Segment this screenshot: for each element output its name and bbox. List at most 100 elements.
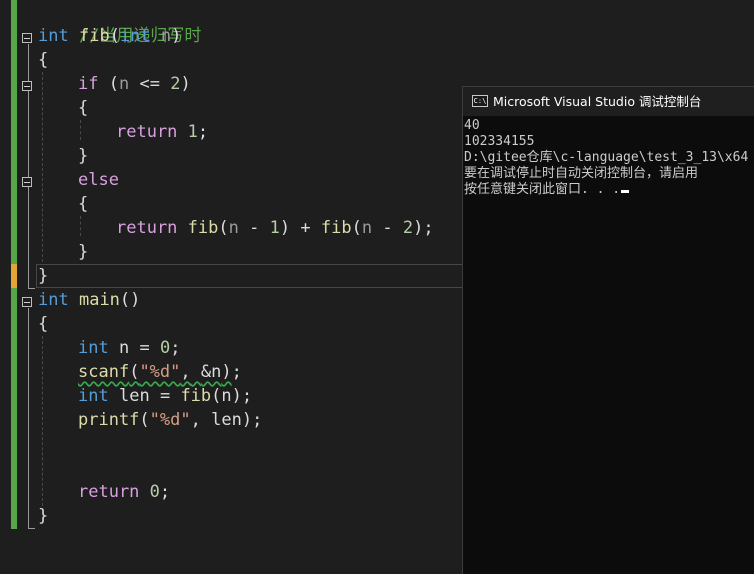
paren-open: ( — [351, 218, 362, 238]
current-line-highlight — [36, 264, 466, 288]
code-line-brace-close[interactable]: } — [78, 144, 88, 168]
operator-plus: + — [300, 218, 311, 238]
fold-toggle-if[interactable] — [22, 81, 32, 91]
keyword-int: int — [78, 338, 109, 358]
code-line-comment[interactable]: //当用递归写时 — [38, 0, 201, 46]
keyword-int: int — [38, 26, 69, 46]
argument-address-n: &n — [200, 362, 222, 382]
code-line-brace-close[interactable]: } — [78, 240, 88, 264]
brace-open: { — [78, 98, 89, 118]
paren-close: ) — [241, 410, 253, 430]
number-0: 0 — [159, 338, 171, 358]
paren-close: ) — [171, 26, 182, 46]
fold-toggle-fib[interactable] — [22, 33, 32, 43]
semicolon: ; — [241, 386, 253, 406]
code-line-brace-open[interactable]: { — [78, 192, 88, 216]
console-output-line: 要在调试停止时自动关闭控制台，请启用 — [464, 166, 699, 181]
code-line-len[interactable]: int len = fib(n); — [78, 384, 252, 408]
console-output-line: 102334155 — [464, 134, 535, 149]
code-line-main-signature[interactable]: int main() — [38, 288, 140, 312]
warning-squiggle[interactable]: scanf("%d", &n) — [78, 362, 232, 382]
param-n: n — [361, 218, 373, 238]
code-line-scanf[interactable]: scanf("%d", &n); — [78, 360, 242, 384]
paren-open: ( — [129, 362, 140, 382]
comma: , — [180, 362, 191, 382]
semicolon: ; — [170, 338, 181, 358]
number-2: 2 — [170, 74, 181, 94]
param-n: n — [160, 26, 172, 46]
change-bar-saved — [11, 288, 17, 529]
console-cursor — [621, 190, 630, 193]
keyword-return: return — [116, 122, 178, 142]
number-1: 1 — [187, 122, 198, 142]
console-title-bar[interactable]: C:\ Microsoft Visual Studio 调试控制台 — [463, 87, 754, 116]
code-line-brace-open[interactable]: { — [38, 48, 48, 72]
function-call-printf: printf — [78, 410, 140, 430]
keyword-int: int — [38, 290, 69, 310]
paren-open: ( — [139, 410, 150, 430]
semicolon: ; — [159, 482, 171, 502]
operator-assign: = — [159, 386, 171, 406]
operator-assign: = — [139, 338, 150, 358]
code-line-brace-open[interactable]: { — [38, 312, 48, 336]
code-line-if[interactable]: if (n <= 2) — [78, 72, 191, 96]
function-call-fib: fib — [320, 218, 352, 238]
console-prompt-text: 按任意键关闭此窗口. . . — [464, 182, 621, 197]
operator-le: <= — [139, 74, 160, 94]
debug-console-window[interactable]: C:\ Microsoft Visual Studio 调试控制台 40 102… — [462, 86, 754, 574]
operator-minus: - — [249, 218, 260, 238]
paren-close: ) — [180, 74, 191, 94]
number-1: 1 — [269, 218, 280, 238]
fold-toggle-else[interactable] — [22, 177, 32, 187]
console-output[interactable]: 40 102334155 D:\gitee仓库\c-language\test_… — [464, 118, 754, 198]
fold-toggle-main[interactable] — [22, 297, 32, 307]
number-0: 0 — [149, 482, 160, 502]
code-line-else[interactable]: else — [78, 168, 119, 192]
keyword-return: return — [116, 218, 178, 238]
param-n: n — [118, 74, 130, 94]
fold-line-main — [28, 308, 29, 529]
brace-close: } — [78, 146, 89, 166]
indent-guide — [80, 216, 81, 236]
code-line-return-0[interactable]: return 0; — [78, 480, 170, 504]
keyword-int: int — [78, 386, 109, 406]
indent-guide — [42, 336, 43, 506]
code-line-decl-n[interactable]: int n = 0; — [78, 336, 180, 360]
brace-open: { — [78, 194, 89, 214]
function-call-fib: fib — [180, 386, 212, 406]
function-name-fib: fib — [78, 26, 110, 46]
variable-n: n — [118, 338, 130, 358]
code-line-brace-close[interactable]: } — [38, 504, 48, 528]
code-line-fib-signature[interactable]: int fib(int n) — [38, 24, 181, 48]
format-string: "%d" — [139, 362, 181, 382]
indent-guide — [80, 120, 81, 140]
brace-close: } — [38, 506, 49, 526]
semicolon: ; — [231, 362, 242, 382]
semicolon: ; — [252, 410, 263, 430]
paren-open: ( — [108, 74, 119, 94]
indent-guide — [42, 72, 43, 262]
parens: () — [119, 290, 141, 310]
console-output-line: 40 — [464, 118, 480, 133]
code-line-return-1[interactable]: return 1; — [116, 120, 208, 144]
function-call-scanf: scanf — [78, 362, 130, 382]
argument-n: n — [221, 386, 232, 406]
comma: , — [190, 410, 201, 430]
code-line-return-recursive[interactable]: return fib(n - 1) + fib(n - 2); — [116, 216, 434, 240]
keyword-if: if — [78, 74, 99, 94]
paren-close: ) — [221, 362, 232, 382]
param-n: n — [228, 218, 239, 238]
keyword-else: else — [78, 170, 119, 190]
code-line-brace-close[interactable]: } — [38, 264, 48, 288]
brace-close: } — [78, 242, 89, 262]
code-line-brace-open[interactable]: { — [78, 96, 88, 120]
console-output-line: 按任意键关闭此窗口. . . — [464, 182, 754, 198]
keyword-return: return — [78, 482, 140, 502]
keyword-int: int — [119, 26, 151, 46]
fold-end-main — [28, 528, 35, 529]
code-line-printf[interactable]: printf("%d", len); — [78, 408, 262, 432]
brace-open: { — [38, 314, 49, 334]
paren-close: ) — [279, 218, 291, 238]
number-2: 2 — [402, 218, 414, 238]
function-call-fib: fib — [187, 218, 219, 238]
